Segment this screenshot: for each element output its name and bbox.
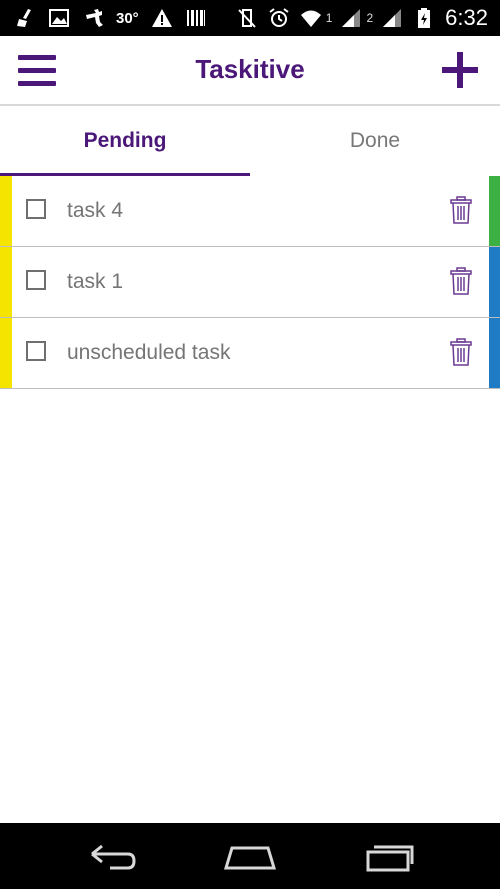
tab-bar: Pending Done [0, 106, 500, 177]
sim2-label: 2 [366, 11, 374, 25]
back-icon[interactable] [84, 838, 140, 874]
trash-icon[interactable] [450, 267, 472, 295]
tab-pending[interactable]: Pending [0, 106, 250, 176]
warning-icon [151, 9, 172, 27]
task-row[interactable]: task 4 [0, 176, 500, 247]
tumblr-icon [86, 9, 103, 27]
signal-icon [383, 9, 402, 27]
clock-text: 6:32 [445, 5, 488, 30]
task-checkbox[interactable] [26, 270, 46, 290]
add-task-button[interactable] [440, 50, 480, 90]
image-icon [49, 9, 69, 27]
task-list: task 4 task 1 unscheduled task [0, 176, 500, 389]
status-bar-system: 1 2 6:32 [236, 0, 488, 36]
navigation-bar [0, 823, 500, 889]
wifi-icon [300, 10, 321, 27]
app-bar: Taskitive [0, 36, 500, 106]
home-icon[interactable] [222, 838, 278, 874]
vibrate-off-icon [238, 9, 256, 28]
task-row[interactable]: unscheduled task [0, 318, 500, 389]
task-label: task 1 [67, 270, 124, 293]
broom-icon [17, 9, 31, 27]
plus-icon [442, 52, 478, 88]
temperature-text: 30° [116, 9, 139, 27]
trash-icon[interactable] [450, 196, 472, 224]
priority-stripe [0, 176, 12, 246]
task-label: unscheduled task [67, 341, 231, 364]
status-bar: 30° 1 2 6:32 [0, 0, 500, 36]
category-stripe [489, 176, 500, 246]
signal-icon [342, 9, 361, 27]
category-stripe [489, 247, 500, 317]
recent-apps-icon[interactable] [362, 838, 418, 874]
app-title: Taskitive [195, 54, 305, 84]
task-label: task 4 [67, 199, 124, 222]
sim1-label: 1 [325, 11, 333, 25]
priority-stripe [0, 318, 12, 388]
trash-icon[interactable] [450, 338, 472, 366]
category-stripe [489, 318, 500, 388]
alarm-icon [269, 8, 289, 27]
status-bar-notifications: 30° [14, 0, 207, 36]
barcode-icon [186, 10, 205, 26]
battery-charging-icon [418, 8, 431, 28]
task-checkbox[interactable] [26, 199, 46, 219]
task-checkbox[interactable] [26, 341, 46, 361]
task-row[interactable]: task 1 [0, 247, 500, 318]
priority-stripe [0, 247, 12, 317]
tab-done[interactable]: Done [250, 106, 500, 176]
